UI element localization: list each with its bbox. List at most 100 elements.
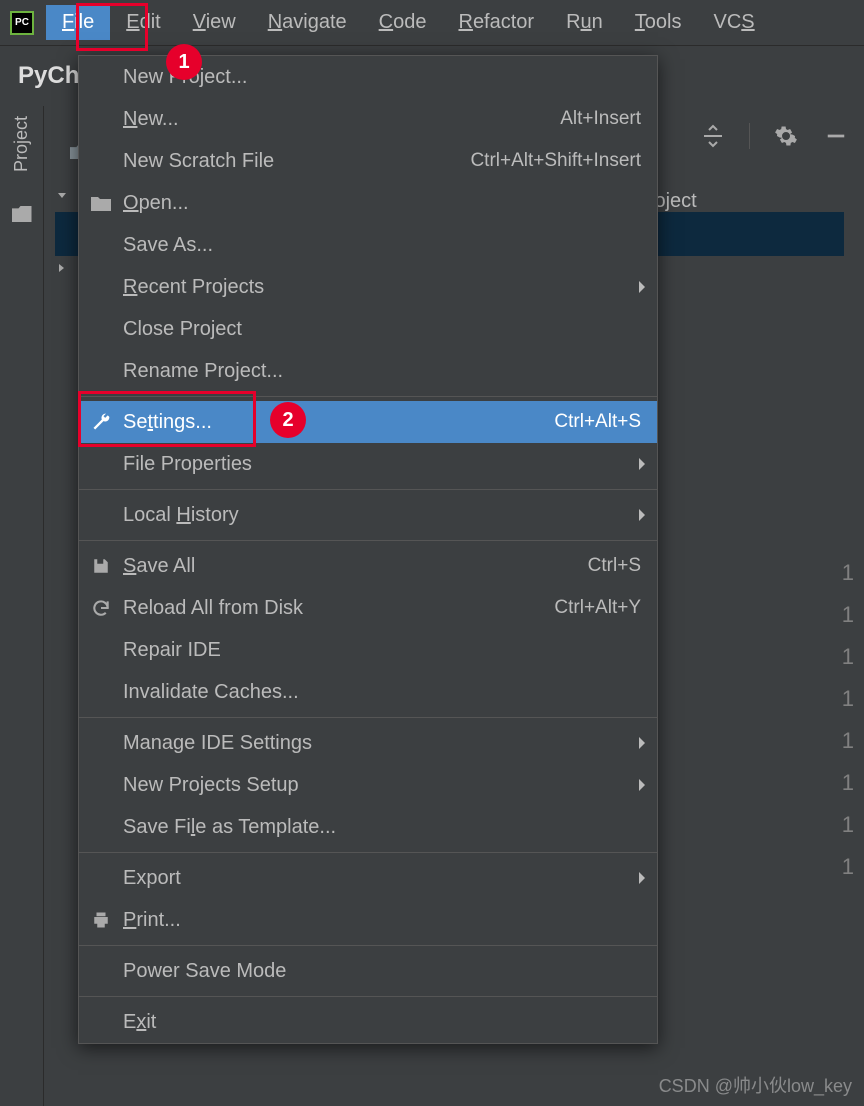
save-icon	[79, 557, 123, 575]
menu-item-label: Recent Projects	[123, 276, 641, 299]
menu-item-label: Export	[123, 867, 641, 890]
menu-item-new[interactable]: New...Alt+Insert	[79, 98, 657, 140]
line-number: 1	[842, 602, 854, 628]
menu-vcs[interactable]: VCS	[698, 5, 771, 40]
menu-edit[interactable]: Edit	[110, 5, 176, 40]
menu-item-label: Manage IDE Settings	[123, 732, 641, 755]
menu-item-label: Repair IDE	[123, 639, 641, 662]
menu-item-label: Local History	[123, 504, 641, 527]
menu-item-new-scratch-file[interactable]: New Scratch FileCtrl+Alt+Shift+Insert	[79, 140, 657, 182]
menu-item-label: File Properties	[123, 453, 641, 476]
chevron-down-icon[interactable]	[54, 188, 70, 204]
menu-item-power-save-mode[interactable]: Power Save Mode	[79, 950, 657, 992]
chevron-right-icon	[637, 736, 647, 750]
menu-shortcut: Ctrl+Alt+S	[554, 411, 641, 433]
menu-view[interactable]: View	[177, 5, 252, 40]
menu-item-label: New Projects Setup	[123, 774, 641, 797]
menu-item-rename-project[interactable]: Rename Project...	[79, 350, 657, 392]
reload-icon	[79, 598, 123, 618]
menu-run[interactable]: Run	[550, 5, 619, 40]
chevron-right-icon[interactable]	[54, 260, 70, 276]
menu-separator	[79, 489, 657, 490]
menu-tools[interactable]: Tools	[619, 5, 698, 40]
menu-item-open[interactable]: Open...	[79, 182, 657, 224]
menu-item-label: Rename Project...	[123, 360, 641, 383]
menu-item-close-project[interactable]: Close Project	[79, 308, 657, 350]
menu-separator	[79, 996, 657, 997]
line-number: 1	[842, 812, 854, 838]
folder-icon	[79, 195, 123, 211]
menu-item-print[interactable]: Print...	[79, 899, 657, 941]
annotation-number: 2	[282, 409, 293, 432]
project-toolbar	[699, 122, 850, 150]
menu-separator	[79, 396, 657, 397]
project-toolwindow-tab[interactable]: Project	[11, 116, 32, 172]
tool-window-strip: Project	[0, 106, 44, 1106]
menu-item-label: New Scratch File	[123, 150, 470, 173]
minimize-icon[interactable]	[822, 122, 850, 150]
menu-item-invalidate-caches[interactable]: Invalidate Caches...	[79, 671, 657, 713]
menu-item-label: Open...	[123, 192, 641, 215]
line-number: 1	[842, 854, 854, 880]
chevron-right-icon	[637, 871, 647, 885]
menu-refactor[interactable]: Refactor	[442, 5, 550, 40]
menu-item-manage-ide-settings[interactable]: Manage IDE Settings	[79, 722, 657, 764]
menu-shortcut: Alt+Insert	[560, 108, 641, 130]
menu-separator	[79, 540, 657, 541]
gear-icon[interactable]	[772, 122, 800, 150]
menu-item-label: Save As...	[123, 234, 641, 257]
menubar: FileEditViewNavigateCodeRefactorRunTools…	[0, 0, 864, 46]
wrench-icon	[79, 412, 123, 432]
watermark: CSDN @帅小伙low_key	[659, 1072, 852, 1098]
menu-code[interactable]: Code	[363, 5, 443, 40]
menu-separator	[79, 717, 657, 718]
menu-item-new-projects-setup[interactable]: New Projects Setup	[79, 764, 657, 806]
menu-shortcut: Ctrl+Alt+Shift+Insert	[470, 150, 641, 172]
menu-item-export[interactable]: Export	[79, 857, 657, 899]
menu-item-label: Exit	[123, 1011, 641, 1034]
menu-item-label: Invalidate Caches...	[123, 681, 641, 704]
chevron-right-icon	[637, 280, 647, 294]
folder-icon[interactable]	[12, 206, 32, 222]
menu-item-local-history[interactable]: Local History	[79, 494, 657, 536]
menu-item-repair-ide[interactable]: Repair IDE	[79, 629, 657, 671]
annotation-bubble-2: 2	[270, 402, 306, 438]
menu-separator	[79, 852, 657, 853]
menu-item-save-as[interactable]: Save As...	[79, 224, 657, 266]
menu-item-label: Save All	[123, 555, 588, 578]
chevron-right-icon	[637, 457, 647, 471]
menu-separator	[79, 945, 657, 946]
annotation-number: 1	[178, 51, 189, 74]
menu-item-save-all[interactable]: Save AllCtrl+S	[79, 545, 657, 587]
menu-item-label: Power Save Mode	[123, 960, 641, 983]
separator	[749, 123, 750, 149]
menu-item-label: New...	[123, 108, 560, 131]
file-menu-dropdown: New Project...New...Alt+InsertNew Scratc…	[78, 55, 658, 1044]
chevron-right-icon	[637, 778, 647, 792]
expand-icon[interactable]	[699, 122, 727, 150]
annotation-bubble-1: 1	[166, 44, 202, 80]
menu-item-exit[interactable]: Exit	[79, 1001, 657, 1043]
menu-item-file-properties[interactable]: File Properties	[79, 443, 657, 485]
menu-file[interactable]: File	[46, 5, 110, 40]
line-number: 1	[842, 770, 854, 796]
line-number: 1	[842, 560, 854, 586]
menu-item-settings[interactable]: Settings...Ctrl+Alt+S	[79, 401, 657, 443]
app-title-fragment: PyCh	[18, 62, 79, 90]
menu-item-label: Save File as Template...	[123, 816, 641, 839]
menu-item-label: Print...	[123, 909, 641, 932]
menu-item-label: New Project...	[123, 66, 641, 89]
menu-item-reload-all-from-disk[interactable]: Reload All from DiskCtrl+Alt+Y	[79, 587, 657, 629]
print-icon	[79, 911, 123, 929]
menu-navigate[interactable]: Navigate	[252, 5, 363, 40]
editor-gutter: 1 1 1 1 1 1 1 1	[842, 560, 854, 880]
menu-item-recent-projects[interactable]: Recent Projects	[79, 266, 657, 308]
menu-shortcut: Ctrl+Alt+Y	[554, 597, 641, 619]
menu-item-label: Reload All from Disk	[123, 597, 554, 620]
line-number: 1	[842, 644, 854, 670]
menu-shortcut: Ctrl+S	[588, 555, 641, 577]
chevron-right-icon	[637, 508, 647, 522]
menu-item-save-file-as-template[interactable]: Save File as Template...	[79, 806, 657, 848]
line-number: 1	[842, 686, 854, 712]
line-number: 1	[842, 728, 854, 754]
